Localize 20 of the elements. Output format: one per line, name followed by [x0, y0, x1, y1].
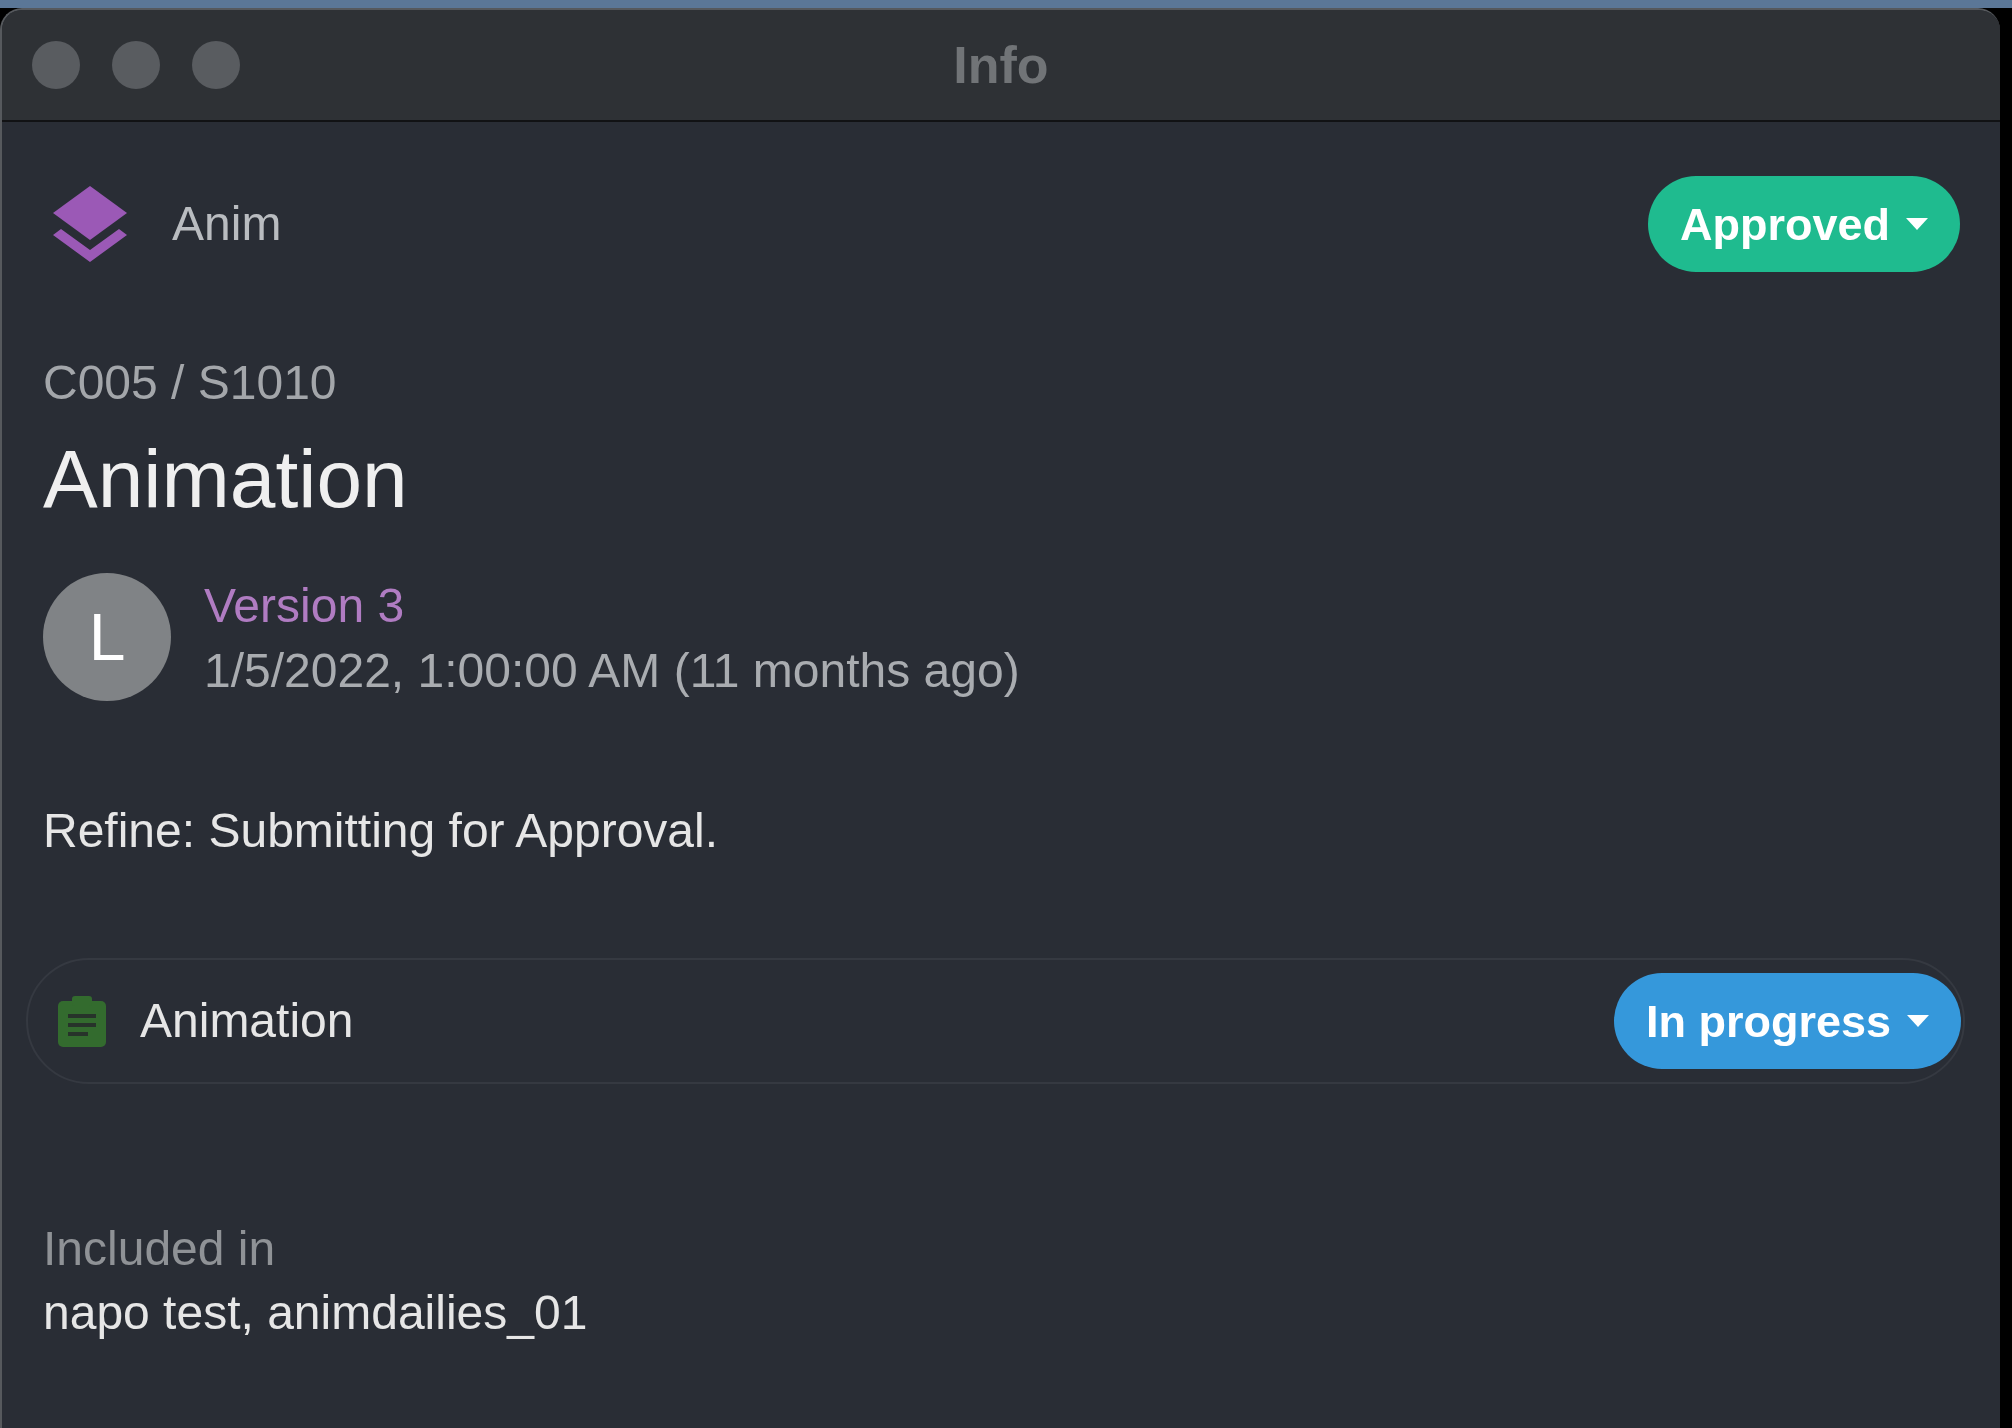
caret-icon — [1906, 218, 1928, 230]
status-dropdown-button[interactable]: In progress — [1613, 973, 1961, 1069]
version-timestamp: 1/5/2022, 1:00:00 AM (11 months ago) — [204, 643, 1020, 699]
minimize-button[interactable] — [112, 41, 160, 89]
clipboard-icon — [58, 995, 106, 1047]
layers-icon — [53, 186, 127, 262]
page-heading: Animation — [43, 438, 408, 520]
status-dropdown-button[interactable]: Approved — [1648, 176, 1960, 272]
included-in-value: napo test, animdailies_01 — [43, 1289, 588, 1337]
caret-icon — [1907, 1015, 1929, 1027]
version-link[interactable]: Version 3 — [204, 573, 405, 638]
breadcrumb-path: C005 / S1010 — [43, 359, 337, 407]
window-title: Info — [953, 39, 1049, 91]
version-description: Refine: Submitting for Approval. — [43, 807, 719, 855]
included-in-label: Included in — [43, 1225, 276, 1273]
avatar: L — [43, 573, 171, 701]
entity-type-label: Anim — [172, 200, 282, 248]
close-button[interactable] — [32, 41, 80, 89]
zoom-button[interactable] — [192, 41, 240, 89]
task-name: Animation — [140, 997, 354, 1045]
